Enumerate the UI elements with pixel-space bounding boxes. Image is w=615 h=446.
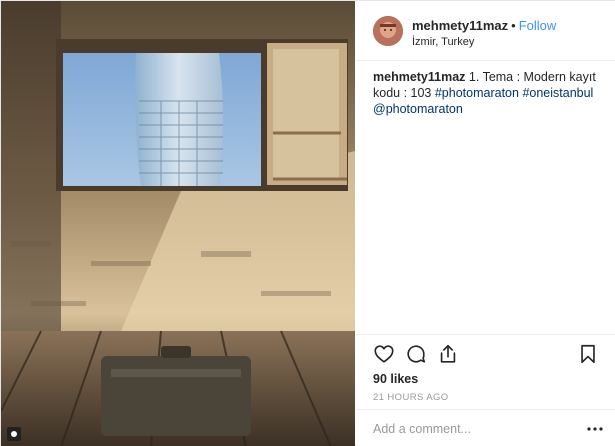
follow-button[interactable]: Follow	[519, 18, 557, 33]
avatar[interactable]	[373, 16, 403, 46]
comment-box	[356, 409, 615, 446]
comment-icon[interactable]	[405, 343, 427, 365]
post-actions-bar	[356, 334, 615, 372]
post-timestamp[interactable]: 21 HOURS AGO	[373, 392, 449, 403]
share-icon[interactable]	[437, 343, 459, 365]
caption-username[interactable]: mehmety11maz	[373, 70, 465, 84]
header-username-row: mehmety11maz • Follow	[412, 18, 556, 33]
post-photo[interactable]	[1, 1, 355, 446]
hashtag-photomaraton[interactable]: #photomaraton	[435, 86, 519, 100]
more-options-icon[interactable]	[586, 422, 604, 436]
author-username[interactable]: mehmety11maz	[412, 18, 508, 33]
avatar-image	[373, 16, 403, 46]
separator-dot: •	[511, 18, 516, 33]
heart-icon[interactable]	[373, 343, 395, 365]
post-side-panel: mehmety11maz • Follow İzmir, Turkey mehmet…	[356, 1, 615, 446]
post-caption: mehmety11maz 1. Tema : Modern kayıt kodu…	[373, 69, 601, 117]
post-header: mehmety11maz • Follow İzmir, Turkey	[356, 1, 615, 61]
bookmark-icon[interactable]	[577, 343, 599, 365]
location-link[interactable]: İzmir, Turkey	[412, 36, 474, 48]
instagram-post: mehmety11maz • Follow İzmir, Turkey mehmet…	[0, 0, 615, 446]
mention-photomaraton[interactable]: @photomaraton	[373, 102, 463, 116]
comment-input[interactable]	[373, 420, 563, 438]
likes-count[interactable]: 90 likes	[373, 372, 418, 386]
photo-image	[1, 1, 355, 446]
user-tag-icon[interactable]	[7, 427, 21, 441]
hashtag-oneistanbul[interactable]: #oneistanbul	[522, 86, 593, 100]
